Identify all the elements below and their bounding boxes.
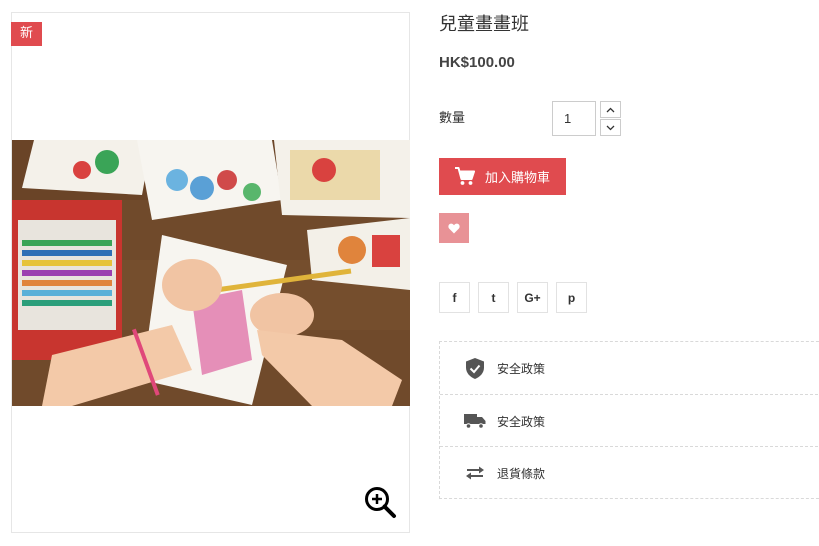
share-google-plus-button[interactable]: G+ <box>517 282 548 313</box>
share-facebook-button[interactable]: f <box>439 282 470 313</box>
add-to-cart-button[interactable]: 加入購物車 <box>439 158 566 195</box>
chevron-down-icon <box>606 125 615 130</box>
cart-icon <box>454 167 475 185</box>
add-to-cart-label: 加入購物車 <box>484 171 550 186</box>
product-title: 兒童畫畫班 <box>439 14 529 35</box>
chevron-up-icon <box>606 107 615 112</box>
quantity-input[interactable] <box>552 101 596 136</box>
policy-item: 安全政策 <box>440 342 819 394</box>
policy-label: 安全政策 <box>497 361 546 376</box>
policy-item: 退貨條款 <box>440 446 819 499</box>
quantity-increase-button[interactable] <box>600 101 621 118</box>
quantity-decrease-button[interactable] <box>600 119 621 136</box>
new-badge: 新 <box>11 22 42 46</box>
heart-icon <box>448 223 460 233</box>
facebook-icon: f <box>452 290 457 305</box>
policy-label: 安全政策 <box>497 414 546 429</box>
policy-item: 安全政策 <box>440 394 819 447</box>
wishlist-button[interactable] <box>439 213 469 243</box>
share-pinterest-button[interactable]: p <box>556 282 587 313</box>
zoom-icon[interactable] <box>362 484 398 520</box>
exchange-icon <box>466 466 484 480</box>
policy-label: 退貨條款 <box>497 466 546 481</box>
product-price: HK$100.00 <box>439 54 515 71</box>
pinterest-icon: p <box>567 290 576 305</box>
shield-check-icon <box>466 357 484 379</box>
product-image[interactable] <box>12 140 410 406</box>
truck-icon <box>464 414 486 429</box>
share-twitter-button[interactable]: t <box>478 282 509 313</box>
quantity-label: 數量 <box>439 111 466 126</box>
google-plus-icon: G+ <box>524 290 541 305</box>
twitter-icon: t <box>491 290 496 305</box>
policy-list: 安全政策 安全政策 退貨條款 <box>439 341 819 499</box>
